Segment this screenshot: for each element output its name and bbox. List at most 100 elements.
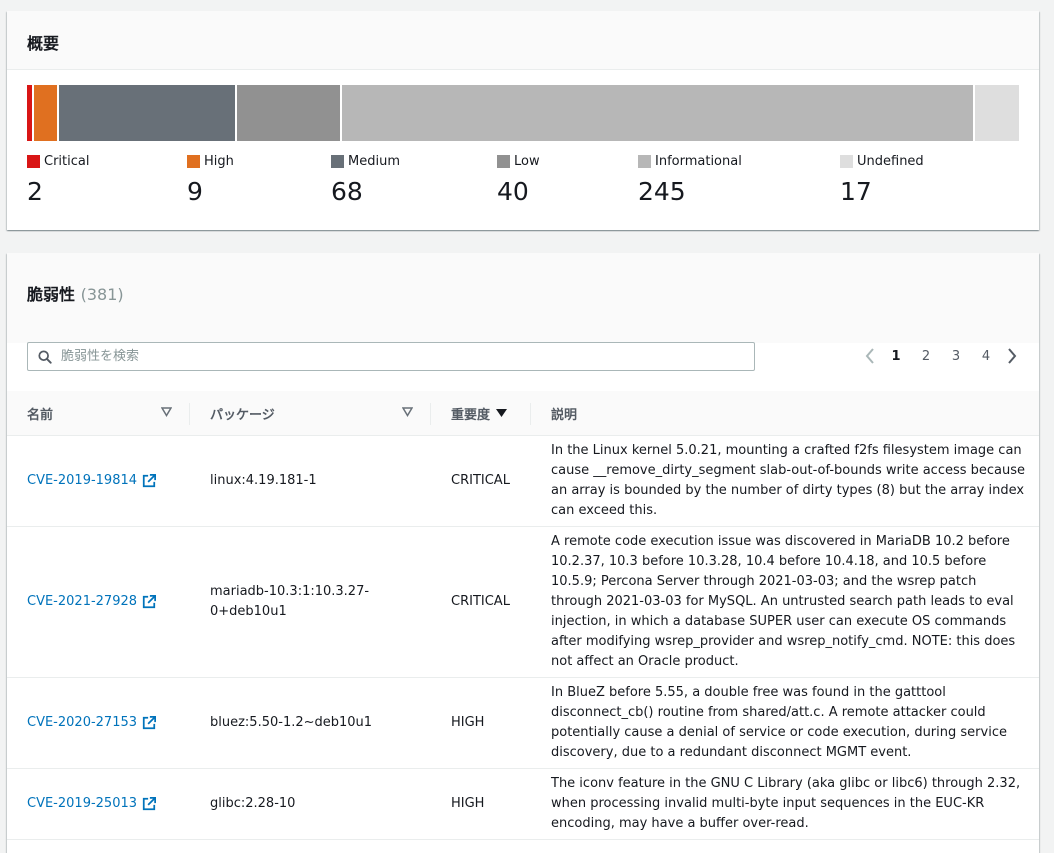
summary-header: 概要 — [7, 11, 1039, 70]
search-icon — [38, 349, 52, 364]
cell-package: mariadb-10.3:1:10.3.27-0+deb10u1 — [190, 526, 431, 678]
table-row: CVE-2019-25013 glibc:2.28-10 HIGH The iconv… — [7, 768, 1039, 840]
cell-severity: HIGH — [431, 768, 531, 840]
cve-link[interactable]: CVE-2019-25013 — [27, 794, 157, 814]
external-link-icon — [142, 716, 157, 730]
severity-value: HIGH — [451, 715, 485, 730]
legend-count: 2 — [27, 177, 43, 206]
legend-item-critical: Critical 2 — [27, 151, 89, 206]
legend-label: Informational — [655, 153, 742, 169]
severity-segment-low — [236, 85, 340, 141]
legend-item-low: Low 40 — [497, 151, 540, 206]
cell-name: CVE-2020-27153 — [7, 677, 190, 769]
pagination: 1 2 3 4 — [859, 345, 1023, 367]
vulnerabilities-header: 脆弱性 (381) 1 2 3 4 — [7, 253, 1039, 371]
cell-description: The iconv feature in the GNU C Library (… — [531, 768, 1039, 840]
column-header-description-label: 説明 — [551, 407, 578, 423]
table-row: CVE-2020-27153 bluez:5.50-1.2~deb10u1 HIGH… — [7, 677, 1039, 769]
cell-name: CVE-2019-19814 — [7, 435, 190, 527]
chevron-right-icon — [1008, 348, 1017, 364]
page-1-button[interactable]: 1 — [881, 349, 911, 364]
page-2-button[interactable]: 2 — [911, 349, 941, 364]
legend-count: 17 — [840, 177, 872, 206]
cve-id: CVE-2019-19814 — [27, 473, 138, 488]
cve-id: CVE-2020-27153 — [27, 715, 138, 730]
cve-link[interactable]: CVE-2019-19814 — [27, 471, 157, 491]
cell-severity: CRITICAL — [431, 526, 531, 678]
table-row: CVE-2021-27928 mariadb-10.3:1:10.3.27-0+d… — [7, 526, 1039, 678]
vulnerabilities-table: 名前 パッケージ 重要度 説明 CVE-2019-19814 linux:4.1… — [7, 391, 1039, 840]
description-text: In the Linux kernel 5.0.21, mounting a c… — [551, 443, 1026, 518]
legend-swatch — [497, 154, 510, 168]
cve-id: CVE-2019-25013 — [27, 796, 138, 811]
severity-segment-medium — [59, 85, 235, 141]
cell-severity: CRITICAL — [431, 435, 531, 527]
legend-item-undefined: Undefined 17 — [840, 151, 924, 206]
cve-link[interactable]: CVE-2021-27928 — [27, 592, 157, 612]
legend-item-header: Low — [497, 151, 540, 171]
severity-legend: Critical 2 High 9 Medium 68 Low 40 Informational… — [27, 151, 1019, 211]
cell-description: In BlueZ before 5.55, a double free was … — [531, 677, 1039, 769]
external-link-icon — [142, 474, 157, 488]
severity-segment-undefined — [975, 85, 1019, 141]
cve-id: CVE-2021-27928 — [27, 594, 138, 609]
severity-segment-informational — [341, 85, 974, 141]
legend-swatch — [331, 154, 344, 168]
cell-package: bluez:5.50-1.2~deb10u1 — [190, 677, 431, 769]
sort-caret-icon — [161, 407, 172, 417]
vulnerabilities-title-text: 脆弱性 — [27, 285, 76, 304]
cell-name: CVE-2019-25013 — [7, 768, 190, 840]
package-name: bluez:5.50-1.2~deb10u1 — [210, 715, 373, 730]
vulnerabilities-count: (381) — [80, 285, 124, 304]
cve-link[interactable]: CVE-2020-27153 — [27, 713, 157, 733]
severity-bar — [27, 85, 1019, 141]
package-name: mariadb-10.3:1:10.3.27-0+deb10u1 — [210, 584, 370, 619]
legend-item-header: Undefined — [840, 151, 924, 171]
severity-segment-high — [34, 85, 58, 141]
column-header-severity-label: 重要度 — [451, 407, 491, 423]
column-header-name[interactable]: 名前 — [7, 391, 190, 436]
column-header-name-label: 名前 — [27, 407, 54, 423]
description-text: In BlueZ before 5.55, a double free was … — [551, 685, 1007, 760]
next-page-button[interactable] — [1001, 348, 1023, 364]
search-input[interactable] — [59, 348, 713, 365]
legend-label: Low — [514, 153, 540, 169]
legend-swatch — [187, 154, 200, 168]
page-3-button[interactable]: 3 — [941, 349, 971, 364]
legend-item-header: Medium — [331, 151, 400, 171]
cell-description: A remote code execution issue was discov… — [531, 526, 1039, 678]
vulnerabilities-title: 脆弱性 (381) — [27, 281, 124, 305]
search-box[interactable] — [27, 342, 755, 371]
column-header-package[interactable]: パッケージ — [190, 391, 431, 436]
table-header-row: 名前 パッケージ 重要度 説明 — [7, 391, 1039, 436]
previous-page-button[interactable] — [859, 348, 881, 364]
cell-severity: HIGH — [431, 677, 531, 769]
legend-item-header: Critical — [27, 151, 89, 171]
legend-count: 9 — [187, 177, 203, 206]
legend-label: Critical — [44, 153, 90, 169]
legend-swatch — [840, 154, 853, 168]
column-header-description: 説明 — [531, 391, 1039, 436]
vulnerabilities-card: 脆弱性 (381) 1 2 3 4 — [7, 253, 1039, 853]
chevron-left-icon — [865, 348, 874, 364]
legend-count: 40 — [497, 177, 529, 206]
legend-item-informational: Informational 245 — [638, 151, 742, 206]
legend-count: 68 — [331, 177, 363, 206]
column-header-severity[interactable]: 重要度 — [431, 391, 531, 436]
table-row: CVE-2019-19814 linux:4.19.181-1 CRITICAL In… — [7, 435, 1039, 527]
cell-name: CVE-2021-27928 — [7, 526, 190, 678]
legend-item-medium: Medium 68 — [331, 151, 400, 206]
legend-label: Undefined — [857, 153, 924, 169]
cell-package: linux:4.19.181-1 — [190, 435, 431, 527]
legend-swatch — [27, 154, 40, 168]
package-name: glibc:2.28-10 — [210, 796, 296, 811]
package-name: linux:4.19.181-1 — [210, 473, 317, 488]
column-header-package-label: パッケージ — [210, 407, 275, 423]
cell-description: In the Linux kernel 5.0.21, mounting a c… — [531, 435, 1039, 527]
summary-card: 概要 Critical 2 High 9 Medium 68 Low 40 Informatio… — [7, 11, 1039, 230]
external-link-icon — [142, 797, 157, 811]
legend-item-high: High 9 — [187, 151, 234, 206]
severity-value: CRITICAL — [451, 473, 510, 488]
page-4-button[interactable]: 4 — [971, 349, 1001, 364]
legend-count: 245 — [638, 177, 686, 206]
